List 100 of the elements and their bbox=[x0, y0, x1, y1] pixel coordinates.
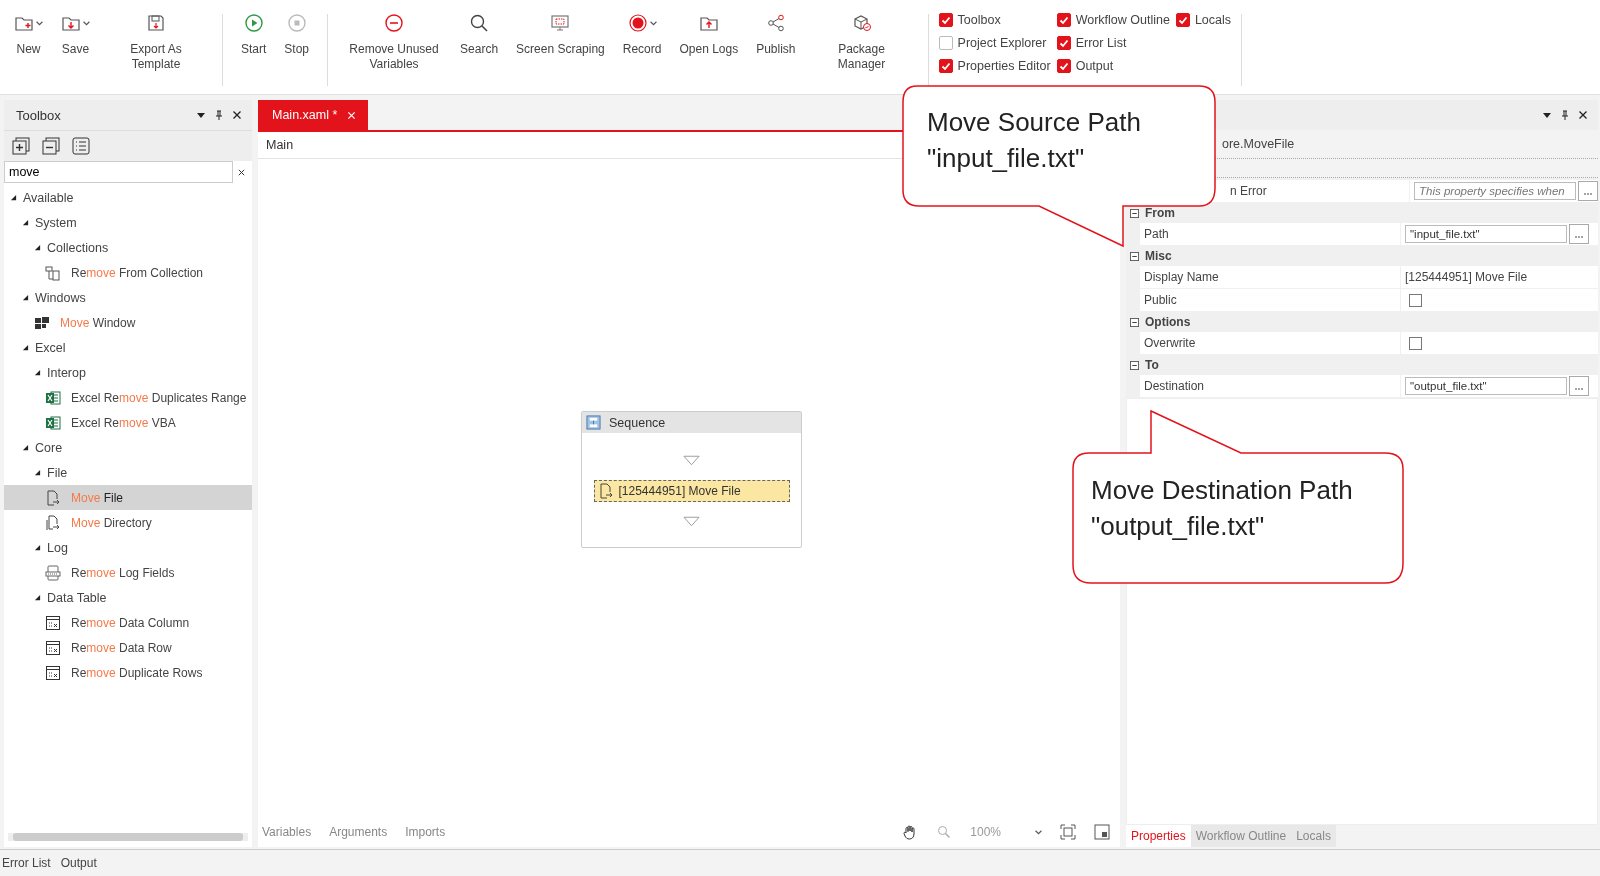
category-label[interactable]: Excel bbox=[35, 340, 66, 355]
toolbar-button[interactable]: Export As Template bbox=[100, 10, 212, 74]
checkbox[interactable] bbox=[1409, 293, 1422, 307]
fit-screen-icon[interactable] bbox=[1060, 824, 1076, 840]
checkbox[interactable] bbox=[1175, 13, 1190, 27]
panel-checkbox[interactable]: Properties Editor bbox=[938, 58, 1051, 74]
property-label: Public bbox=[1144, 293, 1177, 307]
panel-title: Toolbox bbox=[16, 107, 61, 123]
status-tab[interactable]: Output bbox=[60, 856, 97, 870]
expand-arrow-icon[interactable] bbox=[34, 469, 41, 476]
excel-icon bbox=[45, 414, 61, 431]
activity-item[interactable]: Remove Data Column bbox=[4, 610, 252, 635]
activity-block[interactable]: [125444951] Move File bbox=[593, 480, 790, 502]
activity-item[interactable]: Remove Data Row bbox=[4, 635, 252, 660]
bottom-tab[interactable]: Variables bbox=[262, 825, 312, 839]
category-label[interactable]: Interop bbox=[47, 365, 86, 380]
collapse-icon[interactable] bbox=[1130, 208, 1139, 218]
category-label[interactable]: System bbox=[35, 215, 77, 230]
pin-icon[interactable] bbox=[214, 110, 224, 120]
category-label[interactable]: File bbox=[47, 465, 68, 480]
drop-arrow-icon bbox=[683, 516, 700, 527]
toolbar-button[interactable]: Remove Unused Variables bbox=[338, 10, 451, 74]
property-field[interactable]: This property specifies when bbox=[1414, 182, 1576, 200]
toolbar-button[interactable]: Record bbox=[614, 10, 670, 74]
checkbox[interactable] bbox=[938, 13, 953, 27]
toolbar-button[interactable]: Package Manager bbox=[805, 10, 918, 74]
activity-item[interactable]: Remove Log Fields bbox=[4, 560, 252, 585]
toolbar-button[interactable]: Stop bbox=[276, 10, 318, 59]
category-label[interactable]: Collections bbox=[47, 240, 109, 255]
activity-item[interactable]: Move Window bbox=[4, 310, 252, 335]
property-value[interactable]: [125444951] Move File bbox=[1405, 270, 1528, 284]
checkbox[interactable] bbox=[1409, 336, 1422, 350]
clear-icon[interactable] bbox=[237, 167, 246, 177]
toolbar-button[interactable]: Search bbox=[452, 10, 507, 74]
category-label[interactable]: Windows bbox=[35, 290, 86, 305]
toolbar-button[interactable]: Start bbox=[233, 10, 275, 59]
expand-arrow-icon[interactable] bbox=[22, 344, 29, 351]
property-label: Overwrite bbox=[1144, 336, 1196, 350]
dropdown-icon[interactable] bbox=[196, 110, 206, 120]
collection-icon bbox=[45, 264, 61, 281]
collapse-icon[interactable] bbox=[1130, 360, 1139, 370]
toolbar-button[interactable]: Publish bbox=[748, 10, 804, 74]
category-label[interactable]: Available bbox=[23, 190, 74, 205]
panel-checkbox[interactable]: Workflow Outline bbox=[1056, 12, 1170, 28]
activity-item[interactable]: Move File bbox=[4, 485, 252, 510]
panel-tab[interactable]: Properties bbox=[1126, 825, 1191, 847]
activity-item[interactable]: Remove From Collection bbox=[4, 260, 252, 285]
collapse-all-icon[interactable] bbox=[42, 137, 60, 155]
expand-arrow-icon[interactable] bbox=[10, 194, 17, 201]
activity-item[interactable]: Excel Remove VBA bbox=[4, 410, 252, 435]
expand-arrow-icon[interactable] bbox=[22, 294, 29, 301]
checkbox[interactable] bbox=[1056, 59, 1071, 73]
bottom-tab[interactable]: Imports bbox=[405, 825, 446, 839]
overview-icon[interactable] bbox=[1094, 824, 1110, 840]
panel-checkbox[interactable]: Locals bbox=[1175, 12, 1232, 28]
panel-checkbox[interactable]: Project Explorer bbox=[938, 35, 1051, 51]
expand-arrow-icon[interactable] bbox=[22, 219, 29, 226]
document-tab[interactable]: Main.xaml * bbox=[258, 100, 369, 130]
scrollbar[interactable] bbox=[8, 833, 248, 841]
activity-item[interactable]: Remove Duplicate Rows bbox=[4, 660, 252, 685]
panel-checkbox[interactable]: Error List bbox=[1056, 35, 1170, 51]
checkbox[interactable] bbox=[938, 36, 953, 50]
expand-arrow-icon[interactable] bbox=[34, 244, 41, 251]
checkbox[interactable] bbox=[1056, 13, 1071, 27]
bottom-tab[interactable]: Arguments bbox=[329, 825, 388, 839]
search-field[interactable]: move bbox=[4, 161, 233, 183]
toolbar-button[interactable]: Screen Scraping bbox=[508, 10, 613, 74]
stop-icon bbox=[286, 13, 307, 33]
category-label[interactable]: Data Table bbox=[47, 590, 107, 605]
dropdown-icon[interactable] bbox=[1542, 110, 1552, 120]
pin-icon[interactable] bbox=[1560, 110, 1570, 120]
expand-all-icon[interactable] bbox=[12, 137, 30, 155]
toolbar-button[interactable]: New bbox=[6, 10, 51, 74]
expand-arrow-icon[interactable] bbox=[22, 444, 29, 451]
close-icon[interactable] bbox=[232, 110, 242, 120]
checkbox[interactable] bbox=[938, 59, 953, 73]
activity-item[interactable]: Move Directory bbox=[4, 510, 252, 535]
panel-checkbox[interactable]: Output bbox=[1056, 58, 1170, 74]
close-icon[interactable] bbox=[1578, 110, 1588, 120]
property-field[interactable]: "output_file.txt" bbox=[1405, 377, 1567, 395]
play-icon bbox=[243, 13, 264, 33]
expand-arrow-icon[interactable] bbox=[34, 594, 41, 601]
status-tab[interactable]: Error List bbox=[2, 856, 51, 870]
category-label[interactable]: Core bbox=[35, 440, 63, 455]
toolbar-button[interactable]: Save bbox=[53, 10, 98, 74]
property-field[interactable]: "input_file.txt" bbox=[1405, 225, 1567, 243]
collapse-icon[interactable] bbox=[1130, 251, 1139, 261]
checkbox[interactable] bbox=[1056, 36, 1071, 50]
breadcrumb[interactable]: Main bbox=[266, 138, 294, 152]
panel-checkbox[interactable]: Toolbox bbox=[938, 12, 1051, 28]
expand-arrow-icon[interactable] bbox=[34, 369, 41, 376]
collapse-icon[interactable] bbox=[1130, 317, 1139, 327]
activity-item[interactable]: Excel Remove Duplicates Range bbox=[4, 385, 252, 410]
minus-circle-icon bbox=[384, 13, 405, 33]
toolbar-button[interactable]: Open Logs bbox=[671, 10, 747, 74]
sequence-container[interactable]: Sequence [125444951] Move File bbox=[581, 411, 802, 548]
category-label[interactable]: Log bbox=[47, 540, 68, 555]
sequence-title: Sequence bbox=[609, 415, 666, 430]
expand-arrow-icon[interactable] bbox=[34, 544, 41, 551]
list-icon[interactable] bbox=[72, 137, 90, 155]
